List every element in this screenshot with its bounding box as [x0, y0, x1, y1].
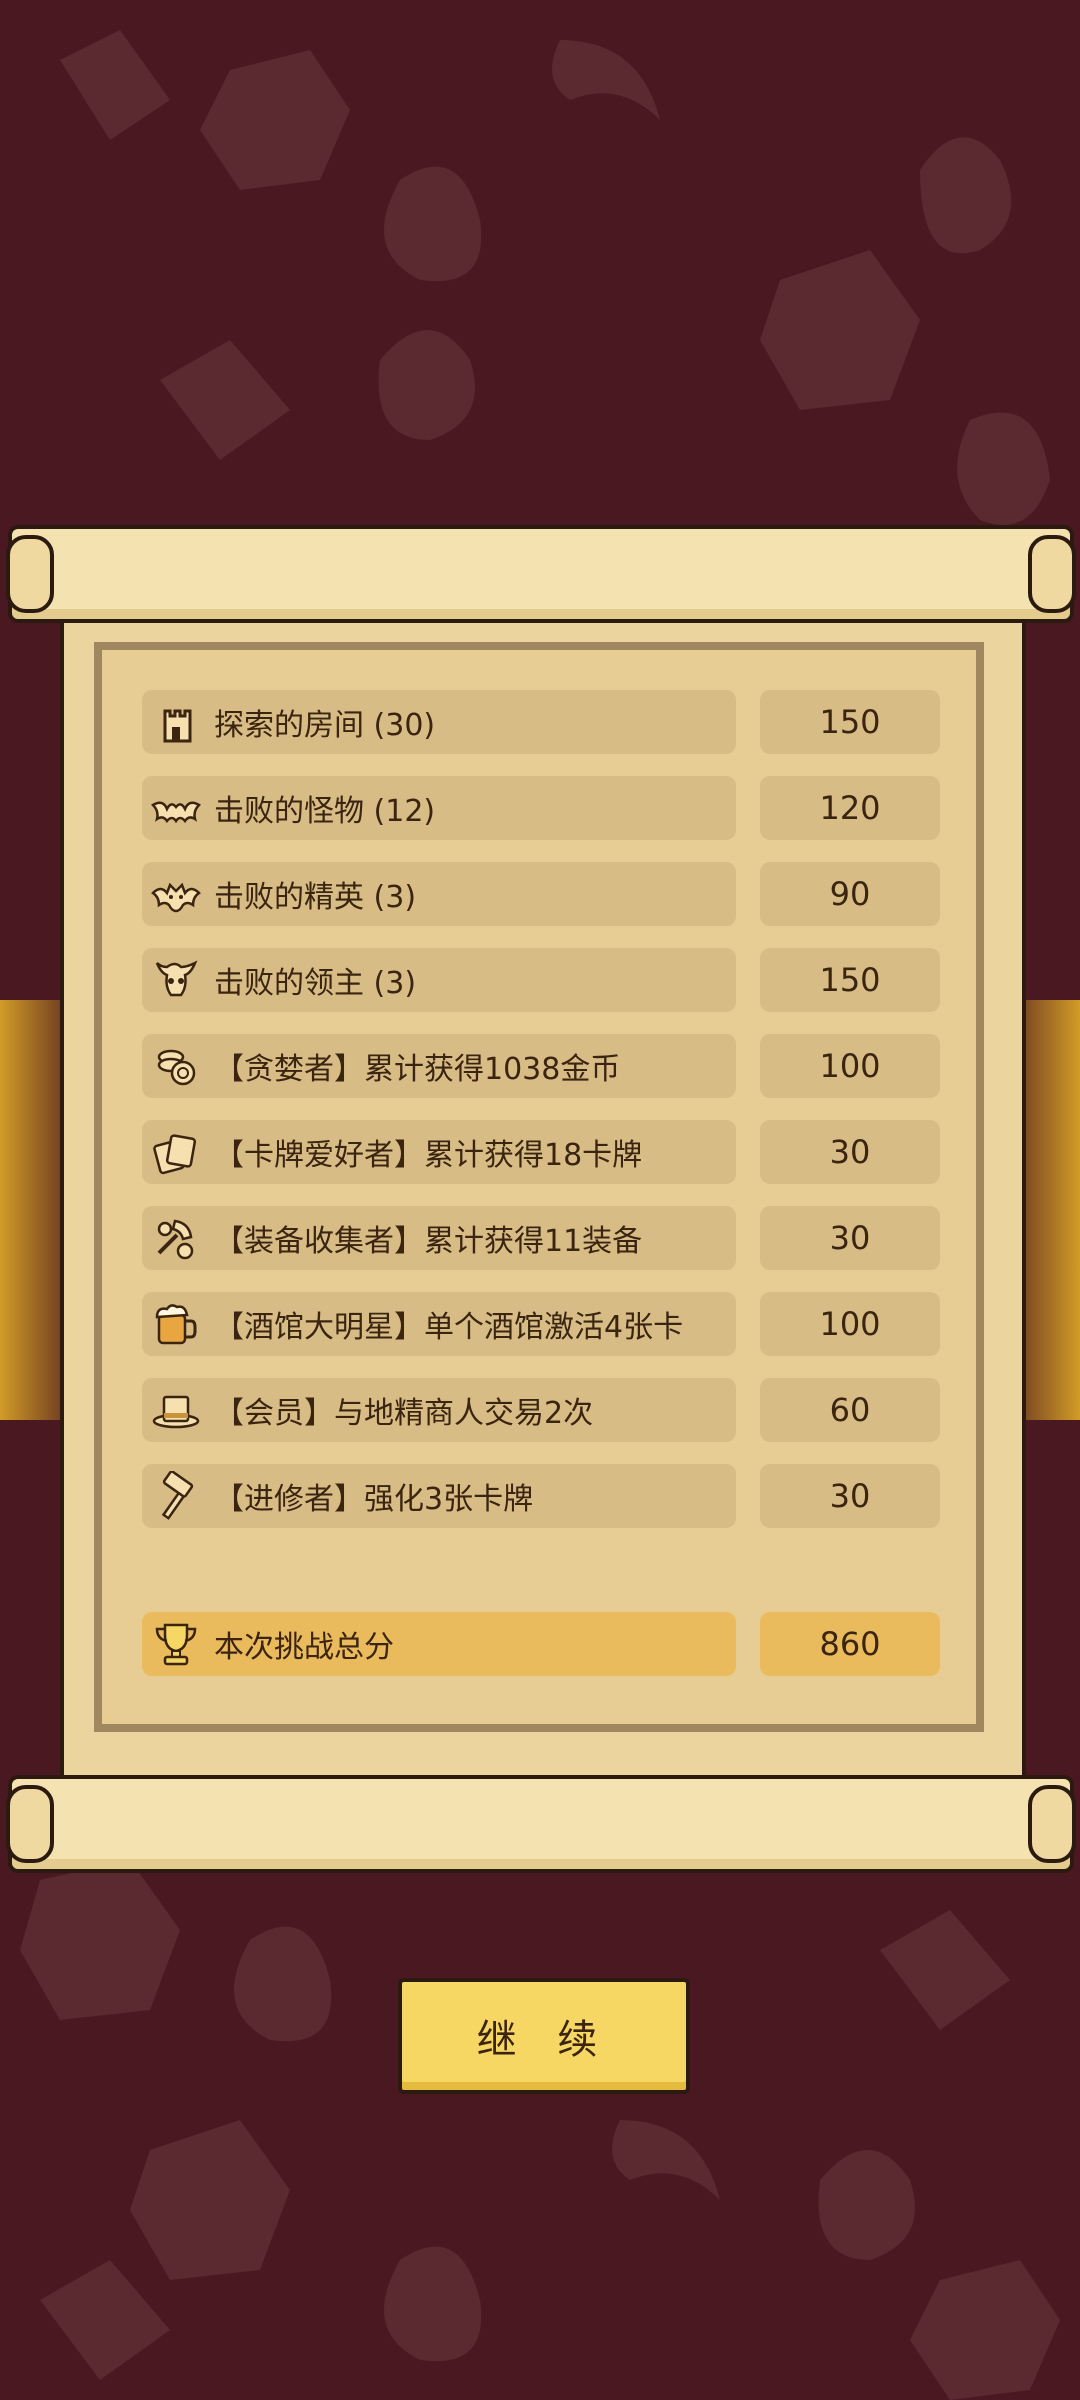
- score-row-text: 击败的领主 (3): [214, 966, 417, 1001]
- bg-crescent: [612, 2120, 720, 2200]
- bg-drop: [384, 166, 482, 282]
- score-row-value: 90: [760, 862, 940, 926]
- scroll-top-rod: [6, 525, 1076, 623]
- total-score-text: 本次挑战总分: [214, 1630, 394, 1665]
- bg-flame: [920, 137, 1012, 254]
- score-row-label: 【进修者】强化3张卡牌: [142, 1464, 736, 1528]
- score-row-label: 击败的精英 (3): [142, 862, 736, 926]
- tower-icon: [150, 696, 202, 748]
- score-row-text: 【会员】与地精商人交易2次: [214, 1396, 594, 1431]
- score-row-label: 【卡牌爱好者】累计获得18卡牌: [142, 1120, 736, 1184]
- scroll-curl-right: [1028, 535, 1076, 613]
- bg-flame: [818, 2150, 915, 2260]
- score-row-label: 击败的领主 (3): [142, 948, 736, 1012]
- score-row-value: 150: [760, 690, 940, 754]
- top-hat-icon: [150, 1384, 202, 1436]
- score-row-value: 30: [760, 1120, 940, 1184]
- bg-crescent: [552, 40, 660, 120]
- score-row-text: 【进修者】强化3张卡牌: [214, 1482, 534, 1517]
- score-row-text: 【卡牌爱好者】累计获得18卡牌: [214, 1138, 643, 1173]
- continue-button[interactable]: 继 续: [398, 1978, 690, 2094]
- score-row-text: 【酒馆大明星】单个酒馆激活4张卡: [214, 1310, 684, 1345]
- bg-hexagon: [910, 2260, 1060, 2400]
- score-row-value: 150: [760, 948, 940, 1012]
- bg-diamond: [60, 30, 170, 140]
- bg-diamond: [160, 340, 290, 460]
- horned-skull-icon: [150, 954, 202, 1006]
- score-row-label: 【贪婪者】累计获得1038金币: [142, 1034, 736, 1098]
- bg-hexagon: [760, 250, 920, 410]
- winged-demon-icon: [150, 868, 202, 920]
- equipment-icon: [150, 1212, 202, 1264]
- coins-icon: [150, 1040, 202, 1092]
- score-row-text: 击败的精英 (3): [214, 880, 417, 915]
- score-row-label: 【装备收集者】累计获得11装备: [142, 1206, 736, 1270]
- bg-hexagon: [20, 1860, 180, 2020]
- score-row-label: 【酒馆大明星】单个酒馆激活4张卡: [142, 1292, 736, 1356]
- score-row-value: 100: [760, 1292, 940, 1356]
- scroll-curl-right: [1028, 1785, 1076, 1863]
- total-score-value: 860: [760, 1612, 940, 1676]
- score-row-label: 【会员】与地精商人交易2次: [142, 1378, 736, 1442]
- score-row-label: 击败的怪物 (12): [142, 776, 736, 840]
- bg-hexagon: [130, 2120, 290, 2280]
- score-row-label: 探索的房间 (30): [142, 690, 736, 754]
- bg-diamond: [880, 1910, 1010, 2030]
- total-score-label: 本次挑战总分: [142, 1612, 736, 1676]
- beer-mug-icon: [150, 1298, 202, 1350]
- scroll-curl-left: [6, 535, 54, 613]
- score-row-value: 100: [760, 1034, 940, 1098]
- score-row-text: 【装备收集者】累计获得11装备: [214, 1224, 643, 1259]
- score-row-value: 30: [760, 1206, 940, 1270]
- bg-drop: [957, 412, 1050, 525]
- bg-drop: [234, 1926, 332, 2042]
- cards-icon: [150, 1126, 202, 1178]
- score-row-text: 探索的房间 (30): [214, 708, 436, 743]
- bg-hexagon: [200, 50, 350, 190]
- hammer-icon: [150, 1470, 202, 1522]
- bg-flame: [378, 330, 475, 440]
- bg-diamond: [40, 2260, 170, 2380]
- bg-drop: [384, 2246, 482, 2362]
- bat-icon: [150, 782, 202, 834]
- score-row-value: 120: [760, 776, 940, 840]
- trophy-icon: [150, 1618, 202, 1670]
- score-row-value: 30: [760, 1464, 940, 1528]
- scroll-curl-left: [6, 1785, 54, 1863]
- score-row-text: 【贪婪者】累计获得1038金币: [214, 1052, 621, 1087]
- scroll-bottom-rod: [6, 1775, 1076, 1873]
- score-row-value: 60: [760, 1378, 940, 1442]
- score-row-text: 击败的怪物 (12): [214, 794, 436, 829]
